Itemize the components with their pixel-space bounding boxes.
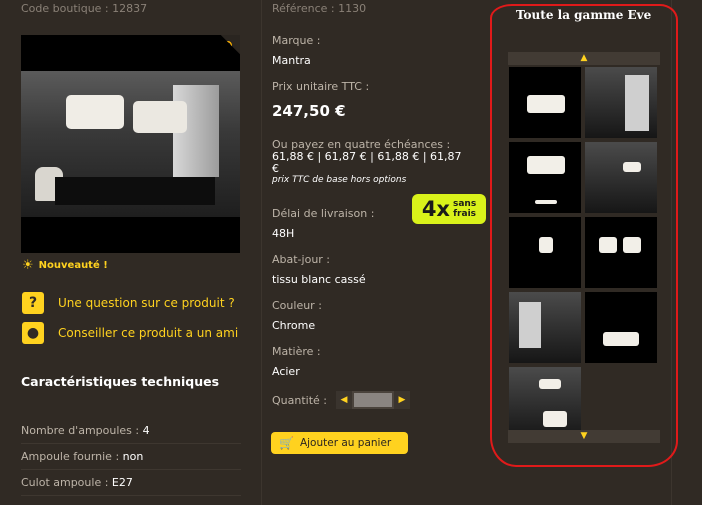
badge-4x-sans: sans xyxy=(452,199,477,209)
reference: Référence : 1130 xyxy=(272,2,367,15)
spec-key: Ampoule fournie : xyxy=(21,450,120,463)
question-icon: ? xyxy=(22,292,44,314)
field-delai: Délai de livraison : 48H xyxy=(272,207,374,241)
conseiller-link[interactable]: ● Conseiller ce produit a un ami xyxy=(22,322,238,344)
add-to-cart-label: Ajouter au panier xyxy=(299,437,392,449)
quantity-input[interactable] xyxy=(354,393,392,407)
field-marque: Marque : Mantra xyxy=(272,34,321,68)
badge-nouveau-label: Nouveauté ! xyxy=(38,260,108,271)
cart-icon: 🛒 xyxy=(279,436,294,450)
badge-4x-small: sans frais xyxy=(453,199,476,219)
delai-value: 48H xyxy=(272,227,295,240)
chat-bubble-icon: ● xyxy=(22,322,44,344)
quantite-label: Quantité : xyxy=(272,394,327,407)
spec-key: Nombre d'ampoules : xyxy=(21,424,140,437)
field-abat-jour: Abat-jour : tissu blanc cassé xyxy=(272,253,366,287)
marque-label: Marque : xyxy=(272,34,321,47)
code-boutique: Code boutique : 12837 xyxy=(21,2,148,15)
couleur-label: Couleur : xyxy=(272,299,322,312)
badge-4x-big: 4x xyxy=(421,197,450,221)
conseiller-link-label[interactable]: Conseiller ce produit a un ami xyxy=(58,326,238,340)
abat-value: tissu blanc cassé xyxy=(272,273,366,286)
spec-value: 4 xyxy=(142,424,150,437)
marque-value: Mantra xyxy=(272,54,311,67)
tech-specs-title: Caractéristiques techniques xyxy=(21,374,220,389)
increase-button[interactable]: ▶ xyxy=(394,391,410,409)
photo-lampshade xyxy=(66,95,124,129)
field-prix: Prix unitaire TTC : xyxy=(272,80,369,95)
spec-value: E27 xyxy=(111,476,133,489)
matiere-value: Acier xyxy=(272,365,300,378)
decrease-button[interactable]: ◀ xyxy=(336,391,352,409)
spec-key: Culot ampoule : xyxy=(21,476,109,489)
photo-table xyxy=(55,177,215,205)
magnifier-icon[interactable]: ⚲ xyxy=(220,35,240,55)
badge-4x-frais: frais xyxy=(453,209,477,219)
abat-label: Abat-jour : xyxy=(272,253,331,266)
badge-4x-sans-frais: 4x sans frais xyxy=(412,194,486,224)
couleur-value: Chrome xyxy=(272,319,316,332)
delai-label: Délai de livraison : xyxy=(272,207,375,220)
matiere-label: Matière : xyxy=(272,345,321,358)
pay4-values: 61,88 € | 61,87 € | 61,88 € | 61,87 € xyxy=(272,150,462,175)
pay4-note: prix TTC de base hors options xyxy=(272,175,407,185)
spec-row: Culot ampoule : E27 xyxy=(21,476,241,496)
quantity-stepper[interactable]: ◀ ▶ xyxy=(336,391,410,409)
photo-lampshade xyxy=(133,101,187,133)
badge-nouveau: ☀ Nouveauté ! xyxy=(22,258,108,273)
annotation-loop xyxy=(490,4,678,467)
main-product-photo[interactable]: ⚲ xyxy=(21,35,240,253)
field-matiere: Matière : Acier xyxy=(272,345,321,379)
add-to-cart-button[interactable]: 🛒 Ajouter au panier xyxy=(271,432,408,454)
question-link-label[interactable]: Une question sur ce produit ? xyxy=(58,296,235,310)
spec-row: Nombre d'ampoules : 4 xyxy=(21,424,241,444)
sun-icon: ☀ xyxy=(22,258,34,273)
field-couleur: Couleur : Chrome xyxy=(272,299,322,333)
question-link[interactable]: ? Une question sur ce produit ? xyxy=(22,292,235,314)
price-value: 247,50 € xyxy=(272,102,346,120)
spec-value: non xyxy=(122,450,144,463)
column-divider-left xyxy=(261,0,262,505)
spec-row: Ampoule fournie : non xyxy=(21,450,241,470)
prix-label: Prix unitaire TTC : xyxy=(272,80,370,93)
